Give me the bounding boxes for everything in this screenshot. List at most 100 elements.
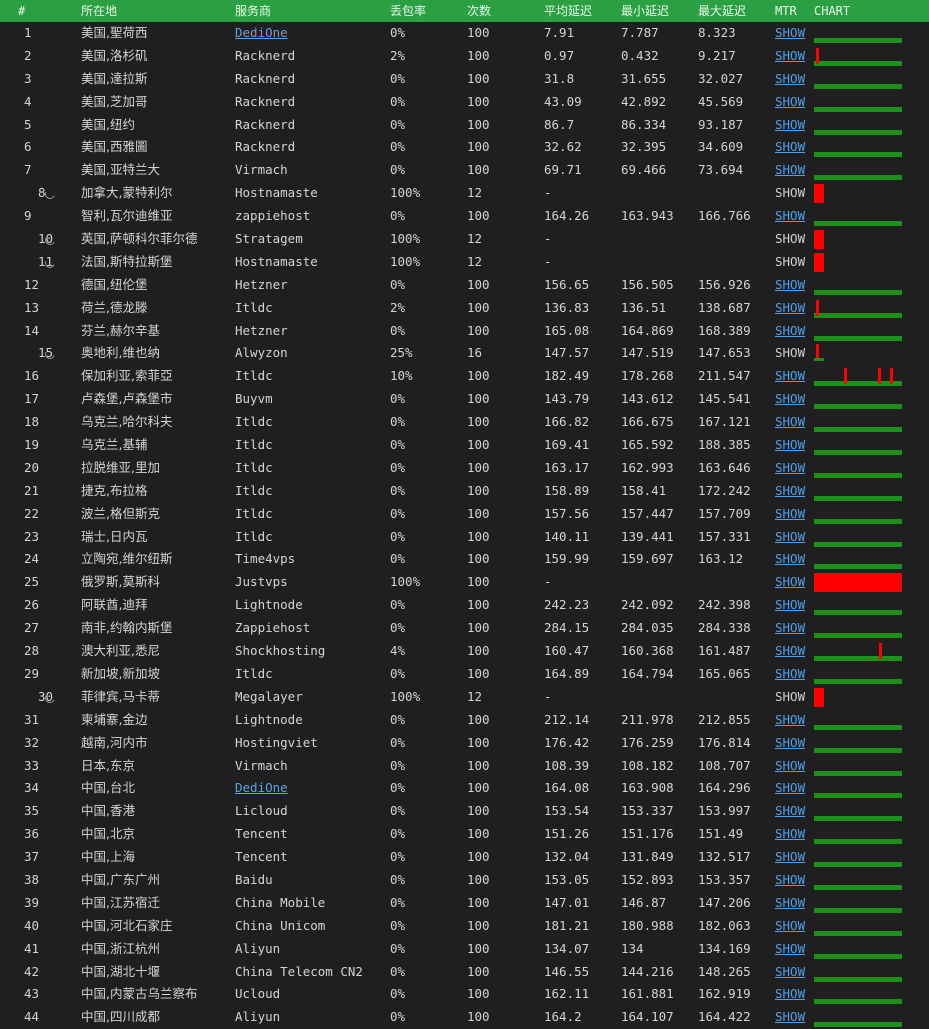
sparkline-baseline bbox=[814, 221, 902, 227]
mtr-show-link[interactable]: SHOW bbox=[775, 45, 811, 68]
row-max: 9.217 bbox=[698, 47, 736, 63]
mtr-show-link[interactable]: SHOW bbox=[775, 548, 811, 571]
mtr-show-link[interactable]: SHOW bbox=[775, 892, 811, 915]
mtr-show-link[interactable]: SHOW bbox=[775, 388, 811, 411]
table-row: 16 保加利亚,索菲亞 Itldc 10% 100 182.49 178.268 211.54… bbox=[0, 365, 929, 388]
mtr-show-link[interactable]: SHOW bbox=[775, 526, 811, 549]
mtr-show-link[interactable]: SHOW bbox=[775, 274, 811, 297]
row-num-cell: 8 bbox=[24, 182, 64, 205]
mtr-show-link[interactable]: SHOW bbox=[775, 938, 811, 961]
mtr-show-link[interactable]: SHOW bbox=[775, 709, 811, 732]
row-min: 69.466 bbox=[621, 162, 667, 178]
sparkline-loss-spike bbox=[816, 299, 819, 316]
mtr-show-link[interactable]: SHOW bbox=[775, 846, 811, 869]
row-avg: 136.83 bbox=[544, 299, 590, 315]
row-location: 智利,瓦尔迪维亚 bbox=[81, 208, 173, 224]
mtr-show-link[interactable]: SHOW bbox=[775, 732, 811, 755]
table-row: 17 卢森堡,卢森堡市 Buyvm 0% 100 143.79 143.612 145.541… bbox=[0, 388, 929, 411]
latency-sparkline bbox=[814, 594, 902, 617]
mtr-show-link[interactable]: SHOW bbox=[775, 800, 811, 823]
table-row: 24 立陶宛,维尔纽斯 Time4vps 0% 100 159.99 159.697 163.… bbox=[0, 548, 929, 571]
row-min bbox=[621, 228, 696, 251]
mtr-show-link[interactable]: SHOW bbox=[775, 594, 811, 617]
mtr-show-link[interactable]: SHOW bbox=[775, 503, 811, 526]
mtr-show-link[interactable]: SHOW bbox=[775, 411, 811, 434]
row-location: 美国,纽约 bbox=[81, 116, 135, 132]
row-loss: 2% bbox=[390, 299, 406, 315]
mtr-show-link[interactable]: SHOW bbox=[775, 617, 811, 640]
mtr-show-link[interactable]: SHOW bbox=[775, 961, 811, 984]
row-max: 151.49 bbox=[698, 826, 744, 842]
sparkline-baseline bbox=[814, 839, 902, 845]
table-row: 41 中国,浙江杭州 Aliyun 0% 100 134.07 134 134.169 SHOW bbox=[0, 938, 929, 961]
mtr-show-link[interactable]: SHOW bbox=[775, 915, 811, 938]
row-max: 164.422 bbox=[698, 1009, 751, 1025]
row-loss: 0% bbox=[390, 917, 406, 933]
mtr-show-link[interactable]: SHOW bbox=[775, 869, 811, 892]
mtr-show-link[interactable]: SHOW bbox=[775, 205, 811, 228]
mtr-show-link[interactable]: SHOW bbox=[775, 320, 811, 343]
row-min: 136.51 bbox=[621, 299, 667, 315]
mtr-show-link[interactable]: SHOW bbox=[775, 823, 811, 846]
mtr-show-link[interactable]: SHOW bbox=[775, 571, 811, 594]
mtr-show-link[interactable]: SHOW bbox=[775, 983, 811, 1006]
mtr-show-link[interactable]: SHOW bbox=[775, 755, 811, 778]
row-loss: 0% bbox=[390, 620, 406, 636]
row-provider: Itldc bbox=[235, 482, 273, 498]
row-num: 39 bbox=[24, 894, 40, 910]
row-location: 阿联酋,迪拜 bbox=[81, 597, 148, 613]
row-count: 100 bbox=[467, 139, 490, 155]
row-location: 中国,四川成都 bbox=[81, 1009, 160, 1025]
row-avg: 164.89 bbox=[544, 665, 590, 681]
row-max: 156.926 bbox=[698, 276, 751, 292]
mtr-show-link[interactable]: SHOW bbox=[775, 480, 811, 503]
row-min: 86.334 bbox=[621, 116, 667, 132]
row-min: 163.908 bbox=[621, 780, 674, 796]
row-location: 中国,香港 bbox=[81, 803, 135, 819]
row-min: 42.892 bbox=[621, 93, 667, 109]
row-min: 139.441 bbox=[621, 528, 674, 544]
row-provider: Aliyun bbox=[235, 940, 281, 956]
row-avg: 143.79 bbox=[544, 391, 590, 407]
provider-link[interactable]: DediOne bbox=[235, 777, 385, 800]
mtr-show-link[interactable]: SHOW bbox=[775, 1006, 811, 1029]
mtr-show-link[interactable]: SHOW bbox=[775, 640, 811, 663]
row-min bbox=[621, 571, 696, 594]
row-provider: Lightnode bbox=[235, 597, 303, 613]
row-loss: 100% bbox=[390, 231, 421, 247]
row-provider: Itldc bbox=[235, 459, 273, 475]
row-avg: 242.23 bbox=[544, 597, 590, 613]
row-num-cell: 20 bbox=[24, 457, 64, 480]
table-row: 2 美国,洛杉矶 Racknerd 2% 100 0.97 0.432 9.217 SHOW bbox=[0, 45, 929, 68]
row-min: 159.697 bbox=[621, 551, 674, 567]
sparkline-baseline bbox=[814, 38, 902, 43]
mtr-show-link[interactable]: SHOW bbox=[775, 136, 811, 159]
row-loss: 0% bbox=[390, 116, 406, 132]
row-num-cell: 36 bbox=[24, 823, 64, 846]
mtr-show-link[interactable]: SHOW bbox=[775, 114, 811, 137]
row-count: 100 bbox=[467, 391, 490, 407]
row-max bbox=[698, 251, 773, 274]
mtr-show-link[interactable]: SHOW bbox=[775, 457, 811, 480]
row-min: 156.505 bbox=[621, 276, 674, 292]
row-max: 165.065 bbox=[698, 665, 751, 681]
row-loss: 0% bbox=[390, 803, 406, 819]
sparkline-loss-bar bbox=[814, 573, 902, 593]
mtr-show-link[interactable]: SHOW bbox=[775, 297, 811, 320]
mtr-show-link[interactable]: SHOW bbox=[775, 663, 811, 686]
row-max: 163.646 bbox=[698, 459, 751, 475]
mtr-show-link[interactable]: SHOW bbox=[775, 777, 811, 800]
mtr-show-text: SHOW bbox=[775, 185, 806, 201]
mtr-show-link[interactable]: SHOW bbox=[775, 434, 811, 457]
row-location: 中国,北京 bbox=[81, 826, 135, 842]
mtr-show-link[interactable]: SHOW bbox=[775, 365, 811, 388]
row-avg: 7.91 bbox=[544, 25, 575, 40]
row-num-cell: 12 bbox=[24, 274, 64, 297]
mtr-show-link[interactable]: SHOW bbox=[775, 91, 811, 114]
mtr-show-link[interactable]: SHOW bbox=[775, 68, 811, 91]
row-num-cell: 4 bbox=[24, 91, 64, 114]
latency-sparkline bbox=[814, 938, 902, 961]
mtr-show-link[interactable]: SHOW bbox=[775, 22, 811, 45]
mtr-show-link[interactable]: SHOW bbox=[775, 159, 811, 182]
provider-link[interactable]: DediOne bbox=[235, 22, 385, 45]
